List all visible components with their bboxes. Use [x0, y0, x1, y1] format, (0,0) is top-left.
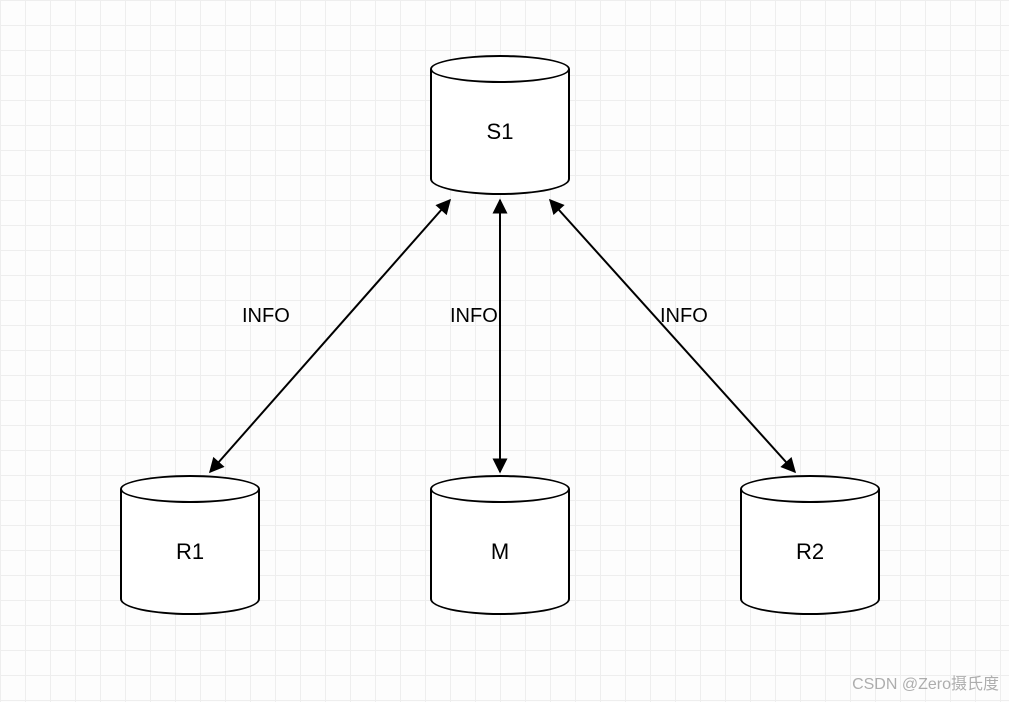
node-r2: R2 [740, 475, 880, 615]
node-r1: R1 [120, 475, 260, 615]
node-m-label: M [430, 539, 570, 565]
diagram-canvas: S1 R1 M R2 INFO INFO INFO CSDN @Zero摄氏度 [0, 0, 1009, 702]
edge-label-left: INFO [242, 305, 290, 328]
edge-label-right: INFO [660, 305, 708, 328]
node-r1-label: R1 [120, 539, 260, 565]
watermark: CSDN @Zero摄氏度 [852, 670, 999, 694]
connector-left [210, 200, 450, 472]
node-s1-label: S1 [430, 119, 570, 145]
node-m: M [430, 475, 570, 615]
edge-label-center: INFO [450, 305, 498, 328]
node-r2-label: R2 [740, 539, 880, 565]
connector-right [550, 200, 795, 472]
node-s1: S1 [430, 55, 570, 195]
